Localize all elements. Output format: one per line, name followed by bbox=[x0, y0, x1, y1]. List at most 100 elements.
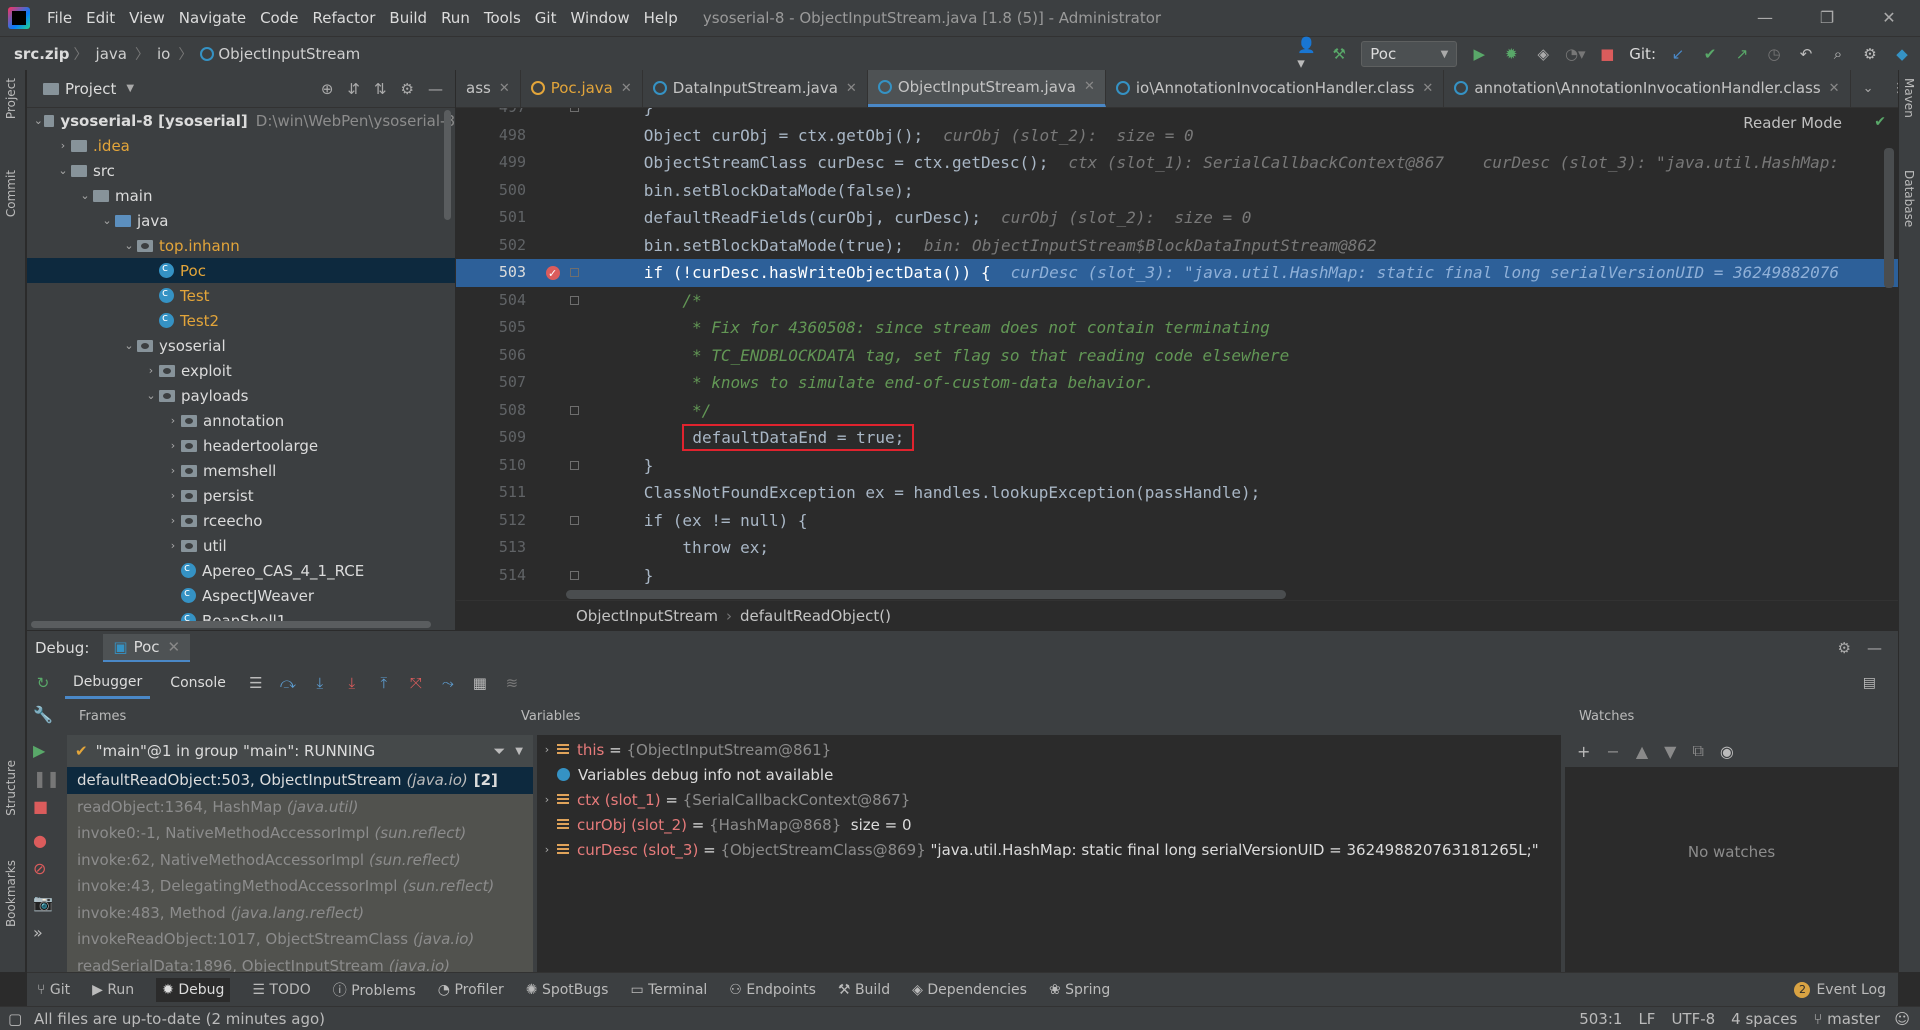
close-tab-icon[interactable]: ✕ bbox=[1422, 81, 1433, 96]
line-number[interactable]: 513 bbox=[456, 534, 536, 562]
fold-marker-icon[interactable] bbox=[570, 108, 579, 112]
code-line[interactable]: 513 throw ex; bbox=[456, 534, 1898, 562]
tab-objectinputstream[interactable]: ObjectInputStream.java ✕ bbox=[867, 70, 1106, 107]
tree-item[interactable]: Poc bbox=[27, 258, 455, 283]
tree-item[interactable]: Test bbox=[27, 283, 455, 308]
chevron-right-icon[interactable]: › bbox=[55, 139, 71, 152]
git-commit-icon[interactable]: ✔ bbox=[1700, 44, 1720, 64]
chevron-right-icon[interactable]: › bbox=[165, 539, 181, 552]
chevron-right-icon[interactable]: › bbox=[165, 464, 181, 477]
move-up-icon[interactable]: ▲ bbox=[1636, 742, 1648, 761]
line-number[interactable]: 505 bbox=[456, 314, 536, 342]
gutter-marks[interactable] bbox=[536, 562, 586, 590]
chevron-right-icon[interactable]: › bbox=[165, 414, 181, 427]
gear-icon[interactable]: ⚙ bbox=[1838, 639, 1851, 657]
breadcrumb-srczip[interactable]: src.zip bbox=[0, 45, 74, 63]
minimize-icon[interactable]: — bbox=[1734, 0, 1796, 36]
build-hammer-icon[interactable]: ⚒ bbox=[1329, 44, 1349, 64]
fold-marker-icon[interactable] bbox=[570, 295, 579, 305]
breadcrumb-io[interactable]: io bbox=[149, 45, 178, 63]
step-out-icon[interactable]: ⤒ bbox=[374, 674, 394, 692]
caret-position[interactable]: 503:1 bbox=[1579, 1010, 1622, 1028]
history-icon[interactable]: ◷ bbox=[1764, 44, 1784, 64]
tree-horizontal-scrollbar[interactable] bbox=[31, 621, 431, 628]
resume-icon[interactable]: ▶ bbox=[33, 741, 45, 760]
code-line[interactable]: 511 ClassNotFoundException ex = handles.… bbox=[456, 479, 1898, 507]
close-tab-icon[interactable]: ✕ bbox=[621, 81, 632, 96]
evaluate-expression-icon[interactable]: ▦ bbox=[470, 674, 490, 692]
wrench-icon[interactable]: 🔧 bbox=[33, 705, 53, 724]
hide-icon[interactable]: — bbox=[1867, 639, 1882, 657]
chevron-down-icon[interactable]: ⌄ bbox=[77, 189, 93, 202]
line-number[interactable]: 497 bbox=[456, 108, 536, 122]
tree-item[interactable]: › exploit bbox=[27, 358, 455, 383]
chevron-right-icon[interactable]: › bbox=[537, 743, 557, 756]
chevron-down-icon[interactable]: ⌄ bbox=[143, 389, 159, 402]
tree-item[interactable]: › annotation bbox=[27, 408, 455, 433]
close-tab-icon[interactable]: ✕ bbox=[1084, 79, 1095, 94]
menu-lines-icon[interactable]: ☰ bbox=[246, 674, 266, 692]
gutter-marks[interactable] bbox=[536, 369, 586, 397]
gutter-marks[interactable] bbox=[536, 534, 586, 562]
chevron-right-icon[interactable]: › bbox=[537, 793, 557, 806]
line-number[interactable]: 500 bbox=[456, 177, 536, 205]
eye-icon[interactable]: ◉ bbox=[1720, 742, 1734, 761]
step-over-icon[interactable]: ⤼ bbox=[278, 674, 298, 692]
tree-item[interactable]: ⌄ src bbox=[27, 158, 455, 183]
expand-all-icon[interactable]: ⇵ bbox=[347, 80, 360, 98]
code-editor[interactable]: 497 }498 Object curObj = ctx.getObj();cu… bbox=[456, 108, 1898, 592]
code-line[interactable]: 506 * TC_ENDBLOCKDATA tag, set flag so t… bbox=[456, 342, 1898, 370]
code-line[interactable]: 499 ObjectStreamClass curDesc = ctx.getD… bbox=[456, 149, 1898, 177]
restore-icon[interactable]: ❐ bbox=[1796, 0, 1858, 36]
stop-icon[interactable]: ■ bbox=[1597, 44, 1617, 64]
line-number[interactable]: 509 bbox=[456, 424, 536, 452]
line-number[interactable]: 499 bbox=[456, 149, 536, 177]
gutter-marks[interactable] bbox=[536, 424, 586, 452]
close-icon[interactable]: ✕ bbox=[168, 638, 181, 656]
menu-edit[interactable]: Edit bbox=[79, 9, 122, 27]
git-push-icon[interactable]: ↗ bbox=[1732, 44, 1752, 64]
run-configuration-select[interactable]: Poc ▼ bbox=[1361, 41, 1458, 67]
editor-horizontal-scrollbar[interactable] bbox=[566, 590, 1286, 599]
line-separator[interactable]: LF bbox=[1638, 1010, 1655, 1028]
fold-marker-icon[interactable] bbox=[570, 515, 579, 525]
stack-frame[interactable]: readObject:1364, HashMap (java.util) bbox=[67, 793, 533, 820]
git-branch[interactable]: ⑂ master bbox=[1813, 1010, 1880, 1028]
gutter-marks[interactable] bbox=[536, 314, 586, 342]
close-tab-icon[interactable]: ✕ bbox=[1829, 81, 1840, 96]
variable-row[interactable]: › ctx (slot_1) = {SerialCallbackContext@8… bbox=[537, 787, 1561, 812]
user-icon[interactable]: 👤▾ bbox=[1297, 36, 1317, 72]
code-line[interactable]: 507 * knows to simulate end-of-custom-da… bbox=[456, 369, 1898, 397]
tool-window-todo[interactable]: ☰ TODO bbox=[252, 982, 310, 998]
line-number[interactable]: 507 bbox=[456, 369, 536, 397]
menu-tools[interactable]: Tools bbox=[477, 9, 528, 27]
code-line[interactable]: 503 if (!curDesc.hasWriteObjectData()) {… bbox=[456, 259, 1898, 288]
tree-item[interactable]: Test2 bbox=[27, 308, 455, 333]
line-number[interactable]: 503 bbox=[456, 259, 536, 287]
coverage-icon[interactable]: ◈ bbox=[1533, 44, 1553, 64]
tool-window-debug[interactable]: ✹ Debug bbox=[156, 977, 231, 1002]
stripe-commit[interactable]: Commit bbox=[4, 170, 18, 217]
gutter-marks[interactable] bbox=[536, 177, 586, 205]
add-watch-icon[interactable]: + bbox=[1577, 742, 1590, 761]
stack-frame[interactable]: invoke:43, DelegatingMethodAccessorImpl(… bbox=[67, 873, 533, 900]
close-tab-icon[interactable]: ✕ bbox=[846, 81, 857, 96]
code-line[interactable]: 512 if (ex != null) { bbox=[456, 507, 1898, 535]
gutter-marks[interactable] bbox=[536, 507, 586, 535]
stop-icon[interactable]: ■ bbox=[33, 797, 48, 816]
fold-marker-icon[interactable] bbox=[570, 405, 579, 415]
run-icon[interactable]: ▶ bbox=[1469, 44, 1489, 64]
tab-console[interactable]: Console bbox=[162, 669, 234, 697]
gutter-marks[interactable] bbox=[536, 108, 586, 122]
stripe-database[interactable]: Database bbox=[1902, 170, 1916, 227]
filter-icon[interactable]: ⏷ bbox=[493, 742, 505, 760]
tab-io-annotationinvocationhandler[interactable]: io\AnnotationInvocationHandler.class ✕ bbox=[1106, 70, 1445, 107]
tree-item[interactable]: ⌄ java bbox=[27, 208, 455, 233]
event-log-button[interactable]: 2 Event Log bbox=[1794, 981, 1886, 998]
tree-scrollbar[interactable] bbox=[444, 110, 451, 220]
code-line[interactable]: 508 */ bbox=[456, 397, 1898, 425]
line-number[interactable]: 501 bbox=[456, 204, 536, 232]
view-breakpoints-icon[interactable]: ● bbox=[33, 831, 47, 850]
tree-item[interactable]: › persist bbox=[27, 483, 455, 508]
code-line[interactable]: 502 bin.setBlockDataMode(true); bin: Obje… bbox=[456, 232, 1898, 260]
